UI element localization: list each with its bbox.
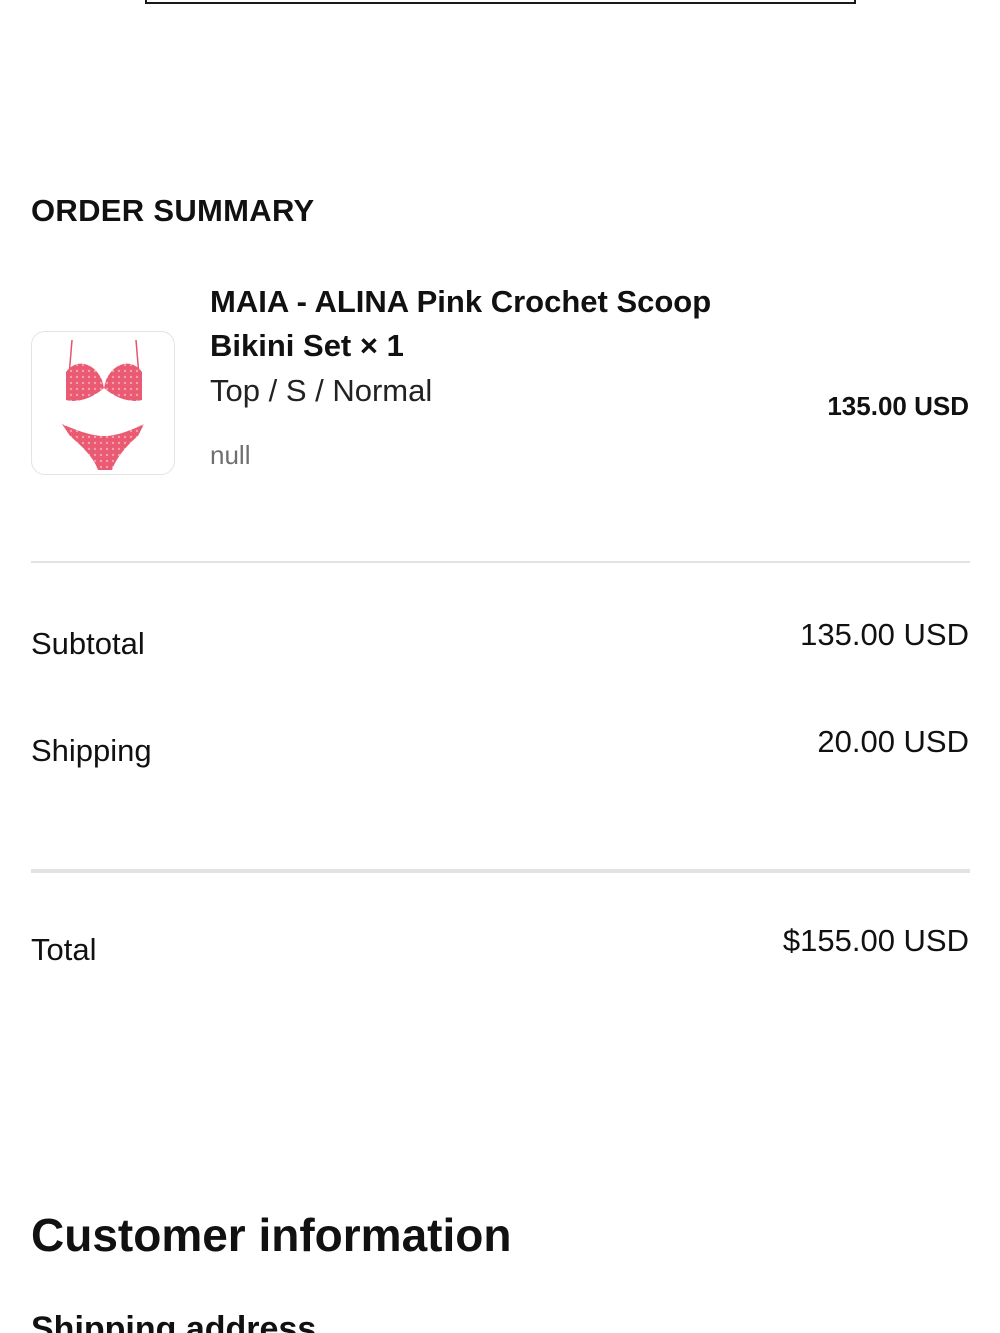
product-variant: Top / S / Normal [210,373,433,408]
top-bordered-box [145,0,856,4]
customer-information-title: Customer information [31,1209,512,1261]
product-price: 135.00 USD [827,391,969,421]
total-label: Total [31,932,97,967]
subtotal-label: Subtotal [31,626,145,661]
shipping-address-title: Shipping address [31,1310,317,1333]
totals-divider [31,869,970,873]
shipping-value: 20.00 USD [817,724,969,759]
order-summary-title: ORDER SUMMARY [31,193,315,228]
product-note: null [210,440,251,470]
bikini-product-image [62,339,144,470]
shipping-label: Shipping [31,733,152,768]
product-thumbnail [31,331,175,475]
subtotal-value: 135.00 USD [800,617,969,652]
product-name: MAIA - ALINA Pink Crochet Scoop Bikini S… [210,284,712,363]
total-value: $155.00 USD [782,923,969,958]
items-divider [31,561,970,563]
